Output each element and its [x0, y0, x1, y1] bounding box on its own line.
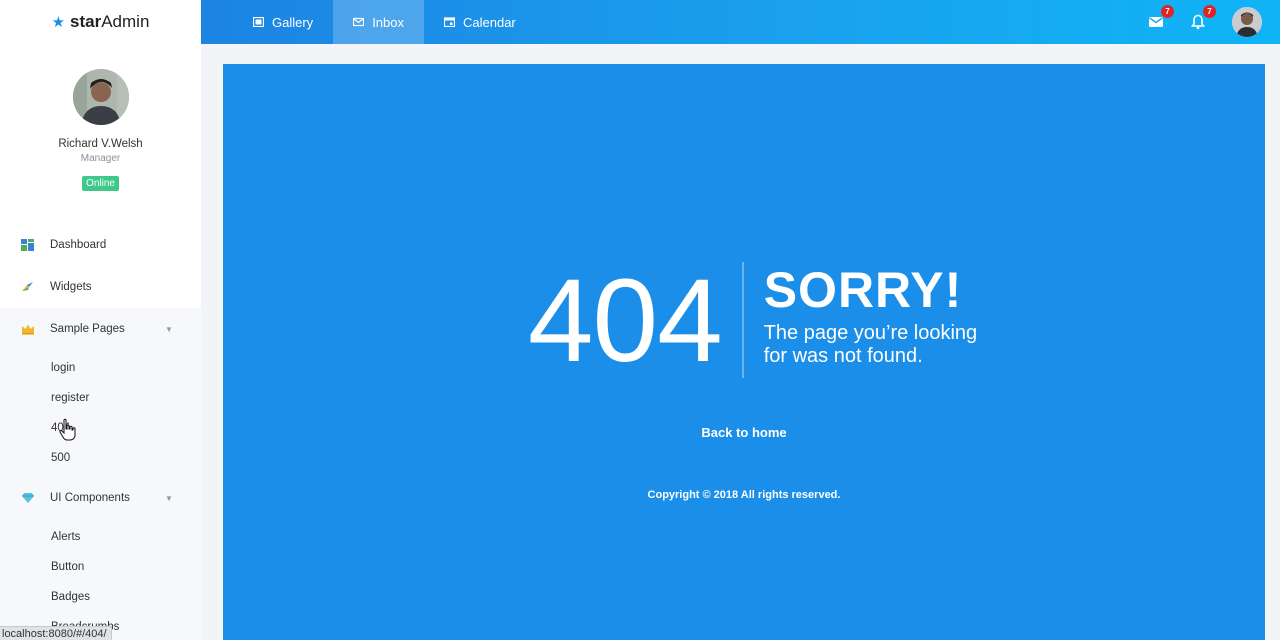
messages-button[interactable]: 7 — [1148, 5, 1174, 31]
submenu-item-register[interactable]: register — [0, 383, 201, 413]
bell-icon — [1190, 14, 1206, 30]
submenu-item-button[interactable]: Button — [0, 552, 201, 582]
nav-calendar[interactable]: Calendar — [424, 0, 536, 44]
sidebar-item-label: Widgets — [50, 281, 92, 293]
sidebar-menu: Dashboard Widgets Sample Pages ▼ login r… — [0, 224, 201, 640]
submenu-item-alerts[interactable]: Alerts — [0, 522, 201, 552]
top-navbar: ★ star Admin Gallery Inbox Calendar 7 7 — [0, 0, 1280, 44]
copyright-text: Copyright © 2018 All rights reserved. — [647, 489, 841, 501]
sidebar-item-sample-pages[interactable]: Sample Pages ▼ — [0, 308, 201, 350]
error-message-line-1: The page you’re looking — [763, 322, 978, 344]
submenu-item-badges[interactable]: Badges — [0, 582, 201, 612]
brand-logo[interactable]: ★ star Admin — [0, 0, 201, 44]
submenu-item-login[interactable]: login — [0, 353, 201, 383]
nav-strip: Gallery Inbox Calendar 7 7 — [201, 0, 1280, 44]
brand-prefix: star — [70, 12, 102, 31]
nav-calendar-label: Calendar — [463, 14, 516, 30]
top-right-actions: 7 7 — [1148, 0, 1280, 44]
submenu-item-500[interactable]: 500 — [0, 443, 201, 473]
notifications-button[interactable]: 7 — [1190, 5, 1216, 31]
profile-card: Richard V.Welsh Manager Online — [0, 44, 201, 191]
nav-gallery-label: Gallery — [272, 14, 314, 30]
nav-inbox-label: Inbox — [372, 14, 404, 30]
hand-cursor-icon — [59, 418, 76, 441]
error-code: 404 — [527, 255, 723, 387]
crown-icon — [22, 324, 34, 335]
error-message-line-2: for was not found. — [763, 345, 923, 367]
sidebar-item-widgets[interactable]: Widgets — [0, 266, 201, 308]
profile-name: Richard V.Welsh — [58, 138, 143, 150]
chevron-down-icon: ▼ — [165, 324, 173, 334]
gallery-icon — [253, 17, 264, 27]
error-heading-row: 404 SORRY! The page you’re looking for w… — [223, 262, 1265, 380]
dashboard-icon — [21, 239, 34, 251]
status-url: localhost:8080/#/404/ — [0, 626, 112, 640]
error-panel: 404 SORRY! The page you’re looking for w… — [223, 64, 1265, 640]
back-to-home-link[interactable]: Back to home — [223, 425, 1265, 440]
star-icon: ★ — [51, 14, 66, 31]
nav-gallery[interactable]: Gallery — [201, 0, 333, 44]
nav-inbox[interactable]: Inbox — [333, 0, 424, 44]
avatar-image — [1232, 7, 1262, 37]
calendar-icon — [444, 17, 455, 27]
sidebar-item-dashboard[interactable]: Dashboard — [0, 224, 201, 266]
sidebar-item-label: UI Components — [50, 492, 130, 504]
mail-icon — [353, 17, 365, 27]
user-avatar[interactable] — [1232, 7, 1262, 37]
error-text-block: SORRY! The page you’re looking for was n… — [744, 262, 977, 380]
status-badge: Online — [82, 176, 119, 191]
widgets-icon — [22, 282, 33, 291]
sample-pages-submenu: login register 404 500 — [0, 350, 201, 477]
ui-components-submenu: Alerts Button Badges Breadcrumbs — [0, 519, 201, 640]
messages-badge: 7 — [1161, 5, 1174, 18]
sidebar: Richard V.Welsh Manager Online Dashboard… — [0, 44, 201, 640]
brand-suffix: Admin — [101, 12, 150, 31]
chevron-down-icon: ▼ — [165, 493, 173, 503]
error-title: SORRY! — [763, 262, 963, 318]
sidebar-item-label: Dashboard — [50, 239, 107, 251]
profile-avatar — [72, 69, 129, 125]
profile-role: Manager — [80, 153, 121, 164]
profile-photo — [72, 69, 129, 125]
sidebar-item-ui-components[interactable]: UI Components ▼ — [0, 477, 201, 519]
envelope-icon — [1149, 17, 1163, 27]
diamond-icon — [22, 493, 34, 503]
notifications-badge: 7 — [1203, 5, 1216, 18]
submenu-item-404[interactable]: 404 — [0, 413, 201, 443]
sidebar-item-label: Sample Pages — [50, 323, 125, 335]
